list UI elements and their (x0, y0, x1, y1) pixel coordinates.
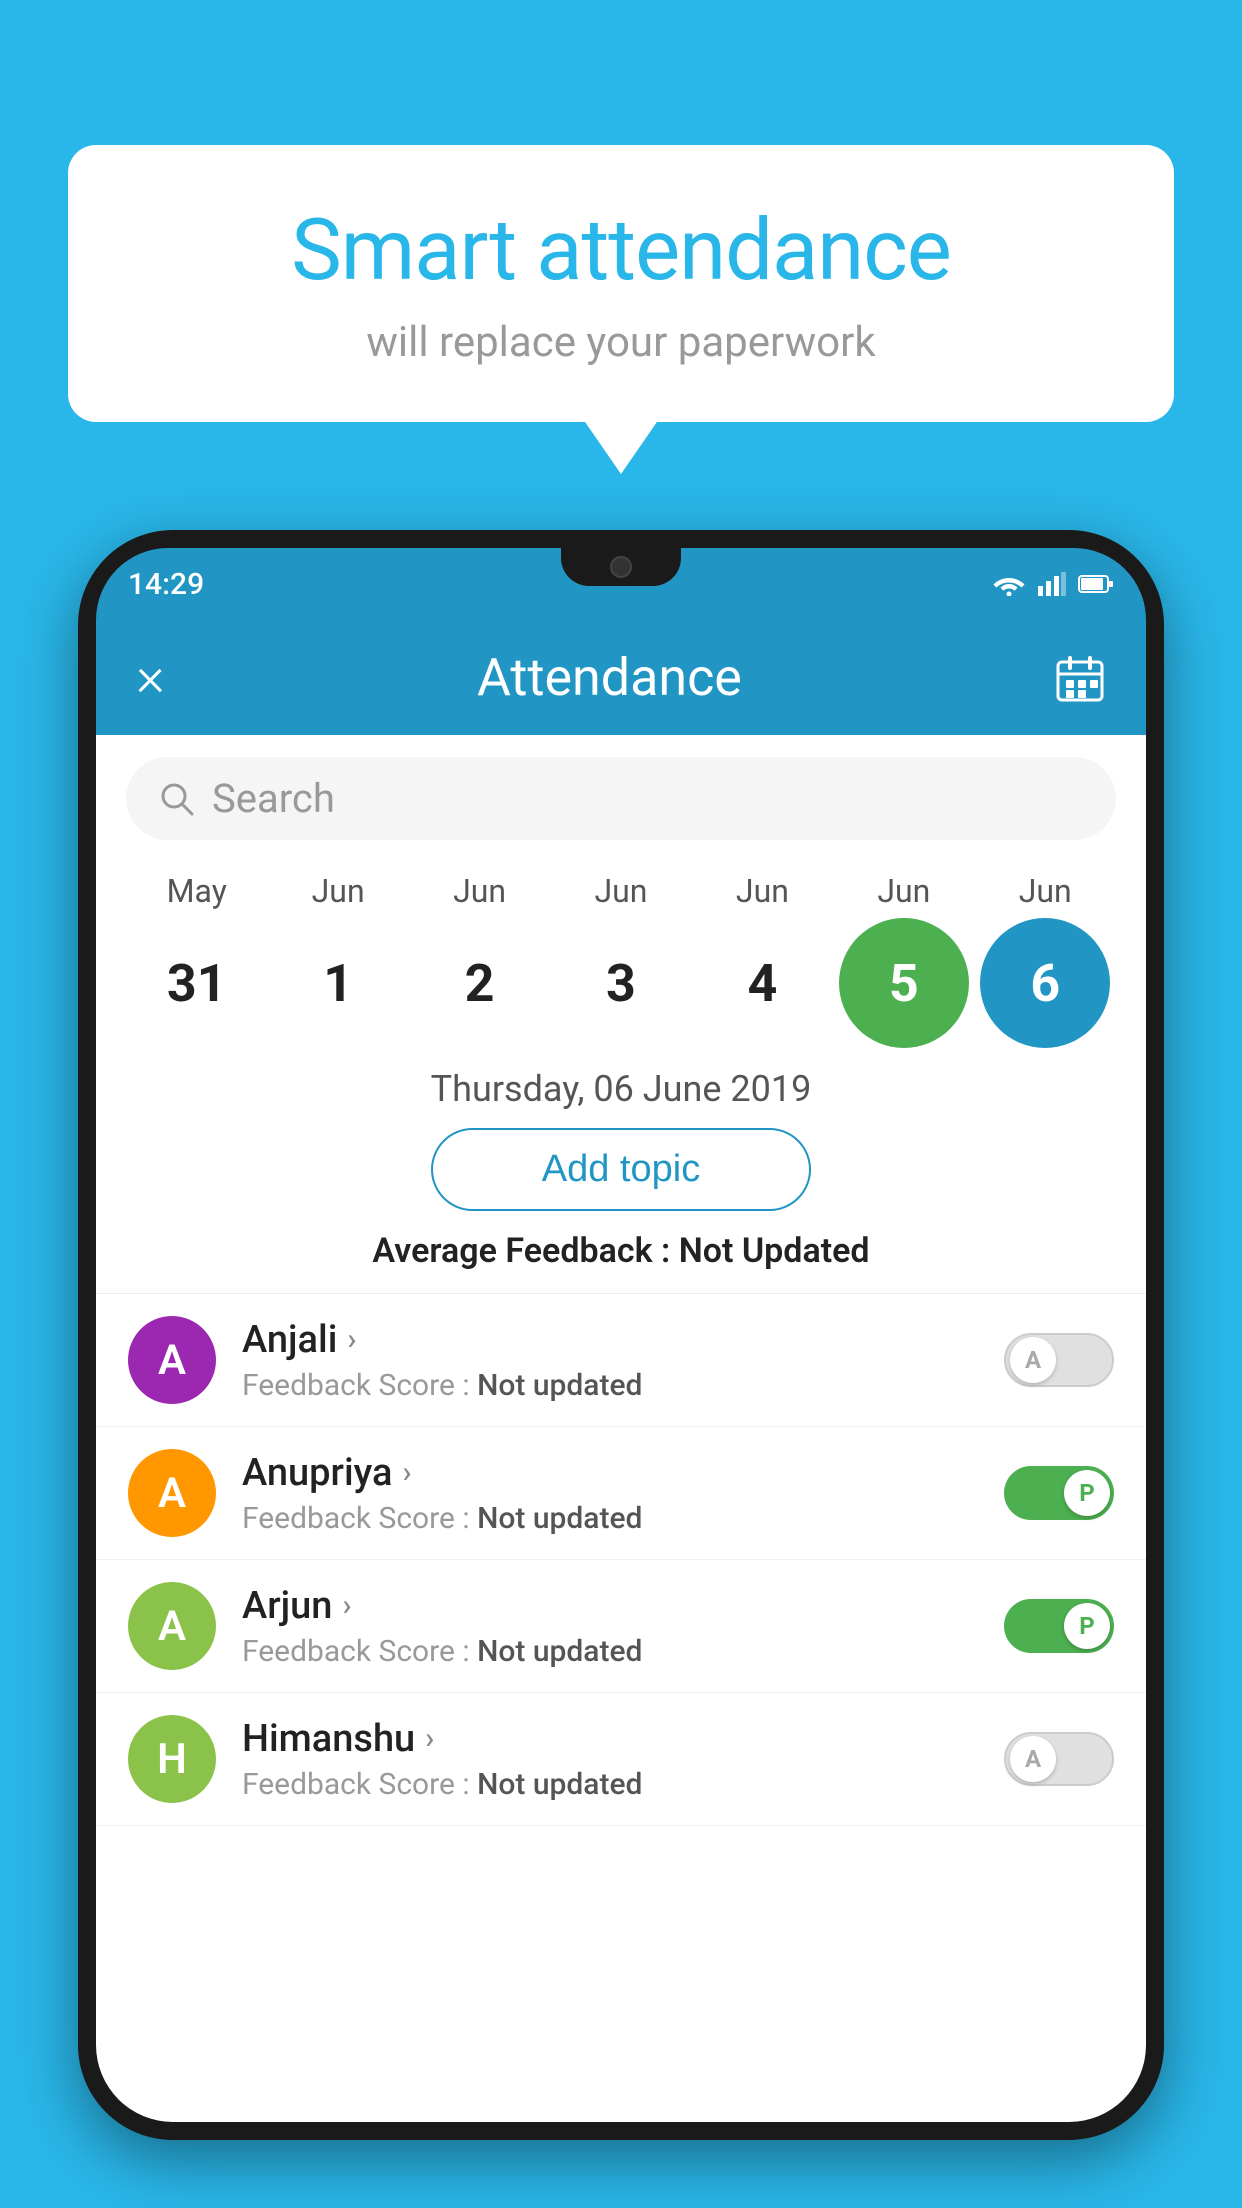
calendar-icon[interactable] (1054, 652, 1106, 704)
calendar-months: May Jun Jun Jun Jun Jun Jun (116, 872, 1126, 910)
toggle-thumb-arjun: P (1064, 1603, 1110, 1649)
app-bar: × Attendance (96, 620, 1146, 735)
feedback-himanshu: Feedback Score : Not updated (242, 1767, 978, 1802)
camera (610, 556, 632, 578)
search-placeholder: Search (212, 775, 335, 822)
cal-month-1: Jun (273, 872, 403, 910)
student-list: A Anjali › Feedback Score : Not updated … (96, 1294, 1146, 1826)
selected-date-label: Thursday, 06 June 2019 (96, 1068, 1146, 1110)
cal-date-1[interactable]: 1 (273, 918, 403, 1048)
bubble-title: Smart attendance (128, 200, 1114, 300)
cal-date-5[interactable]: 5 (839, 918, 969, 1048)
feedback-arjun: Feedback Score : Not updated (242, 1634, 978, 1669)
bubble-subtitle: will replace your paperwork (128, 318, 1114, 367)
search-bar[interactable]: Search (126, 757, 1116, 840)
toggle-anupriya[interactable]: P (1004, 1466, 1114, 1520)
cal-date-3[interactable]: 3 (556, 918, 686, 1048)
app-title: Attendance (185, 647, 1034, 708)
feedback-anupriya: Feedback Score : Not updated (242, 1501, 978, 1536)
toggle-himanshu[interactable]: A (1004, 1732, 1114, 1786)
student-info-arjun[interactable]: Arjun › Feedback Score : Not updated (242, 1584, 978, 1669)
student-name-anupriya: Anupriya › (242, 1451, 978, 1495)
feedback-anjali: Feedback Score : Not updated (242, 1368, 978, 1403)
cal-date-4[interactable]: 4 (697, 918, 827, 1048)
toggle-anjali[interactable]: A (1004, 1333, 1114, 1387)
student-name-himanshu: Himanshu › (242, 1717, 978, 1761)
avatar-arjun: A (128, 1582, 216, 1670)
cal-date-2[interactable]: 2 (415, 918, 545, 1048)
student-item-himanshu: H Himanshu › Feedback Score : Not update… (96, 1693, 1146, 1826)
student-item-anjali: A Anjali › Feedback Score : Not updated … (96, 1294, 1146, 1427)
cal-month-6: Jun (980, 872, 1110, 910)
chevron-right-arjun: › (342, 1588, 351, 1623)
toggle-thumb-himanshu: A (1010, 1736, 1056, 1782)
student-info-anjali[interactable]: Anjali › Feedback Score : Not updated (242, 1318, 978, 1403)
signal-icon (1038, 572, 1066, 596)
avg-feedback: Average Feedback : Not Updated (96, 1231, 1146, 1271)
toggle-thumb-anjali: A (1010, 1337, 1056, 1383)
cal-date-6[interactable]: 6 (980, 918, 1110, 1048)
calendar-dates: 31 1 2 3 4 5 6 (116, 918, 1126, 1048)
phone-screen: × Attendance (96, 620, 1146, 2122)
toggle-arjun[interactable]: P (1004, 1599, 1114, 1653)
avatar-anjali: A (128, 1316, 216, 1404)
student-name-anjali: Anjali › (242, 1318, 978, 1362)
cal-month-2: Jun (415, 872, 545, 910)
avg-feedback-value: Not Updated (679, 1231, 870, 1271)
wifi-icon (992, 572, 1026, 596)
cal-date-31[interactable]: 31 (132, 918, 262, 1048)
student-info-anupriya[interactable]: Anupriya › Feedback Score : Not updated (242, 1451, 978, 1536)
student-info-himanshu[interactable]: Himanshu › Feedback Score : Not updated (242, 1717, 978, 1802)
avg-feedback-label: Average Feedback : (372, 1231, 670, 1271)
speech-bubble-container: Smart attendance will replace your paper… (68, 145, 1174, 422)
cal-month-5: Jun (839, 872, 969, 910)
phone-container: 14:29 (78, 530, 1164, 2208)
toggle-thumb-anupriya: P (1064, 1470, 1110, 1516)
cal-month-4: Jun (697, 872, 827, 910)
student-item-anupriya: A Anupriya › Feedback Score : Not update… (96, 1427, 1146, 1560)
cal-month-0: May (132, 872, 262, 910)
calendar-strip: May Jun Jun Jun Jun Jun Jun 31 1 2 3 4 5… (96, 862, 1146, 1048)
student-item-arjun: A Arjun › Feedback Score : Not updated P (96, 1560, 1146, 1693)
avatar-himanshu: H (128, 1715, 216, 1803)
status-time: 14:29 (128, 567, 204, 602)
close-button[interactable]: × (136, 650, 165, 705)
phone-outer: 14:29 (78, 530, 1164, 2140)
battery-icon (1078, 574, 1114, 594)
cal-month-3: Jun (556, 872, 686, 910)
status-icons (992, 572, 1114, 596)
student-name-arjun: Arjun › (242, 1584, 978, 1628)
avatar-anupriya: A (128, 1449, 216, 1537)
speech-bubble: Smart attendance will replace your paper… (68, 145, 1174, 422)
notch (561, 548, 681, 586)
chevron-right-anupriya: › (402, 1455, 411, 1490)
chevron-right-anjali: › (347, 1322, 356, 1357)
chevron-right-himanshu: › (425, 1721, 434, 1756)
search-icon (158, 780, 196, 818)
add-topic-button[interactable]: Add topic (431, 1128, 811, 1211)
